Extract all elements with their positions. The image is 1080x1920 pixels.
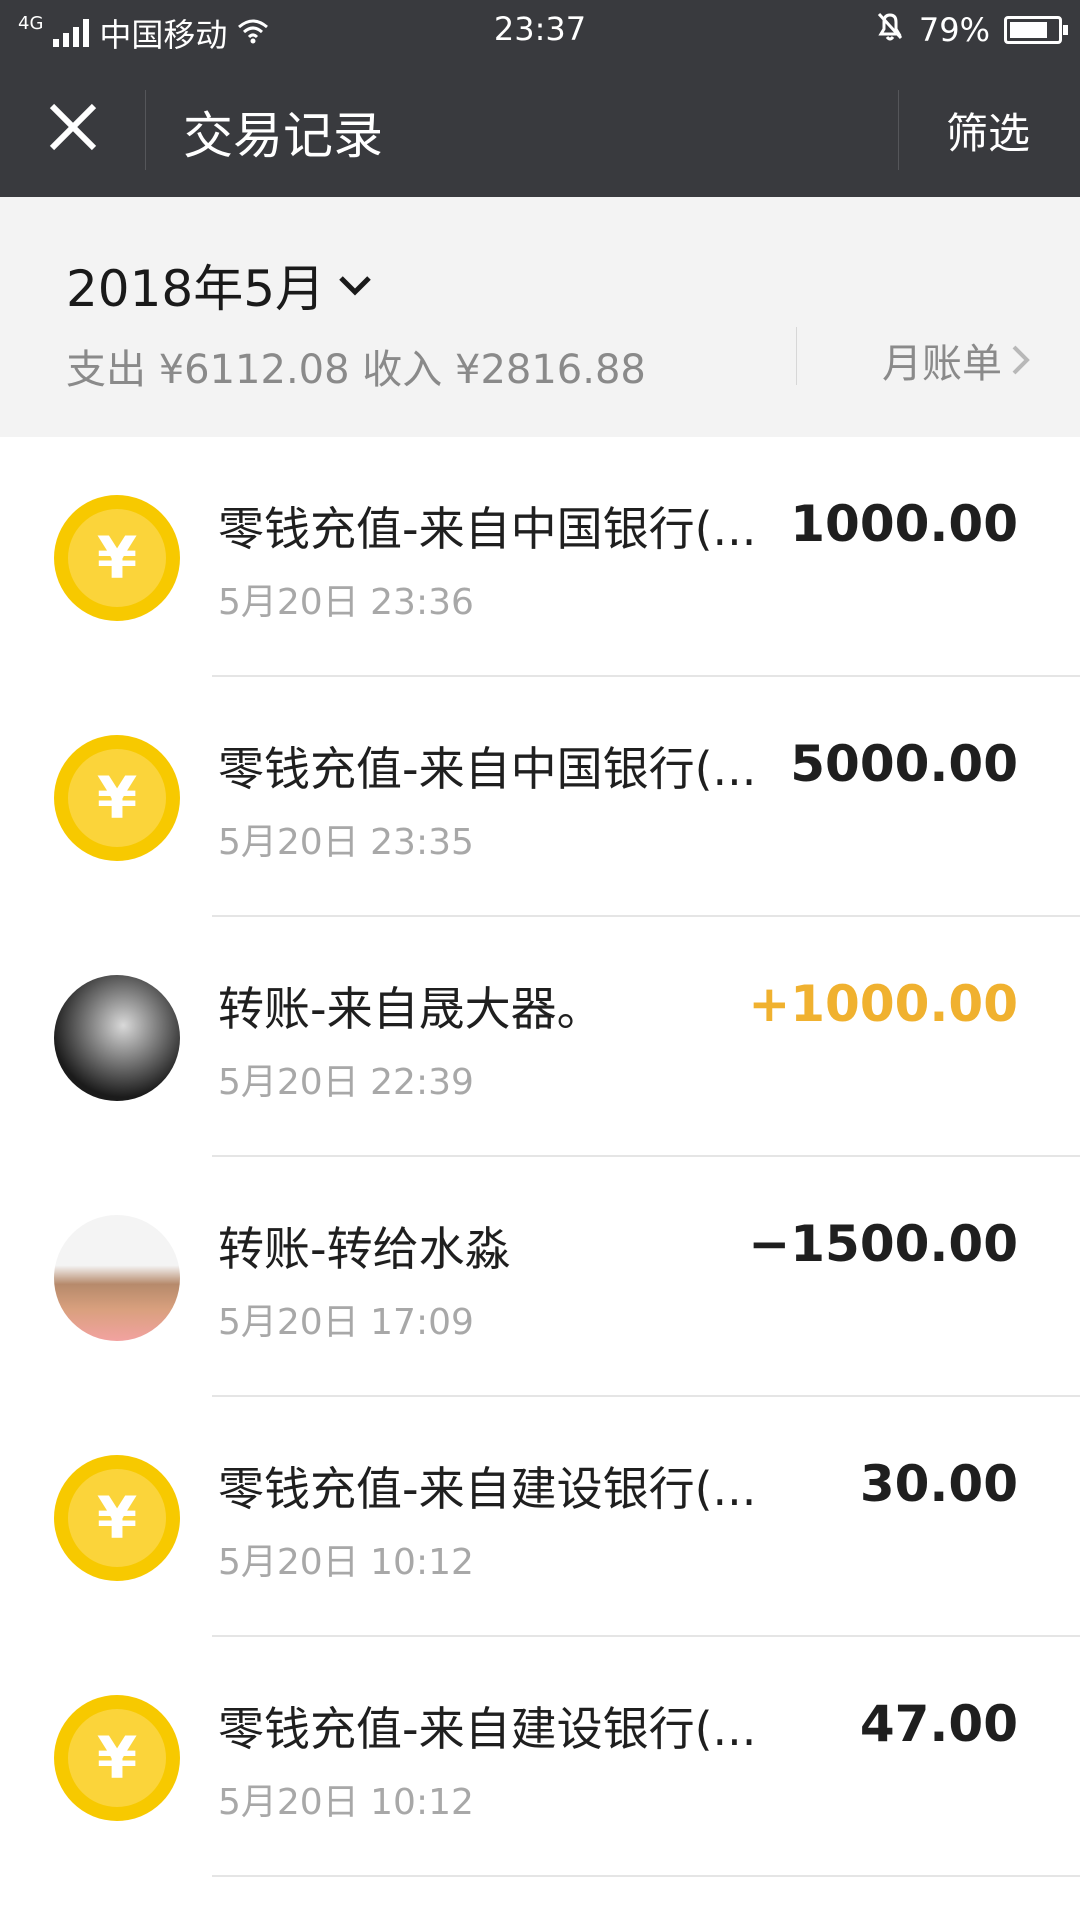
transaction-row[interactable]: ¥ 零钱充值-来自中国银行(... 5月20日 23:36 1000.00 [0, 437, 1080, 677]
transaction-amount: 5000.00 [790, 735, 1018, 793]
transaction-amount: 47.00 [859, 1695, 1018, 1753]
close-icon [49, 103, 97, 151]
transaction-amount: +1000.00 [748, 975, 1018, 1033]
page-title: 交易记录 [183, 107, 383, 165]
yuan-coin-icon: ¥ [54, 1695, 180, 1821]
transaction-name: 转账-转给水淼 [218, 1222, 511, 1276]
transaction-amount: 30.00 [859, 1455, 1018, 1513]
transaction-name: 零钱充值-来自建设银行(... [218, 1702, 757, 1756]
transaction-name: 零钱充值-来自中国银行(... [218, 502, 757, 556]
user-avatar [54, 1215, 180, 1341]
row-divider [212, 1875, 1080, 1877]
yuan-coin-icon: ¥ [54, 735, 180, 861]
user-avatar [54, 975, 180, 1101]
bell-muted-icon [875, 10, 905, 50]
yuan-coin-icon: ¥ [54, 495, 180, 621]
status-bar: 4G 中国移动 23:37 79% [0, 0, 1080, 60]
nav-divider [145, 90, 146, 170]
transaction-row[interactable]: ¥ 零钱充值-来自建设银行(... 5月20日 10:12 47.00 [0, 1637, 1080, 1877]
chevron-down-icon [339, 276, 371, 296]
nav-bar: 交易记录 筛选 [0, 60, 1080, 197]
transaction-date: 5月20日 23:36 [218, 582, 474, 623]
monthly-bill-link[interactable]: 月账单 [882, 331, 1032, 389]
top-bar: 4G 中国移动 23:37 79% 交易记录 筛选 [0, 0, 1080, 197]
transaction-row[interactable]: 转账-转给水淼 5月20日 17:09 −1500.00 [0, 1157, 1080, 1397]
battery-icon [1004, 16, 1068, 44]
month-label: 2018年5月 [66, 260, 326, 318]
transaction-amount: 1000.00 [790, 495, 1018, 553]
month-totals: 支出 ¥6112.08 收入 ¥2816.88 [66, 347, 646, 393]
transaction-row[interactable]: ¥ 零钱充值-来自中国银行(... 5月20日 23:35 5000.00 [0, 677, 1080, 917]
summary-divider [796, 327, 797, 385]
transaction-list: ¥ 零钱充值-来自中国银行(... 5月20日 23:36 1000.00 ¥ … [0, 437, 1080, 1877]
transaction-date: 5月20日 10:12 [218, 1782, 474, 1823]
battery-percent: 79% [918, 11, 990, 49]
transaction-amount: −1500.00 [748, 1215, 1018, 1273]
transaction-date: 5月20日 23:35 [218, 822, 474, 863]
transaction-name: 转账-来自晟大器。 [218, 982, 603, 1036]
nav-divider [898, 90, 899, 170]
month-selector[interactable]: 2018年5月 [66, 249, 373, 321]
transaction-name: 零钱充值-来自中国银行(... [218, 742, 757, 796]
yuan-coin-icon: ¥ [54, 1455, 180, 1581]
transaction-row[interactable]: 转账-来自晟大器。 5月20日 22:39 +1000.00 [0, 917, 1080, 1157]
transaction-date: 5月20日 17:09 [218, 1302, 474, 1343]
transaction-name: 零钱充值-来自建设银行(... [218, 1462, 757, 1516]
transaction-date: 5月20日 10:12 [218, 1542, 474, 1583]
chevron-right-icon [1012, 345, 1030, 375]
transaction-row[interactable]: ¥ 零钱充值-来自建设银行(... 5月20日 10:12 30.00 [0, 1397, 1080, 1637]
month-summary: 2018年5月 支出 ¥6112.08 收入 ¥2816.88 月账单 [0, 197, 1080, 437]
close-button[interactable] [30, 84, 116, 170]
filter-button[interactable]: 筛选 [946, 100, 1030, 161]
transaction-date: 5月20日 22:39 [218, 1062, 474, 1103]
monthly-bill-label: 月账单 [882, 341, 1002, 387]
